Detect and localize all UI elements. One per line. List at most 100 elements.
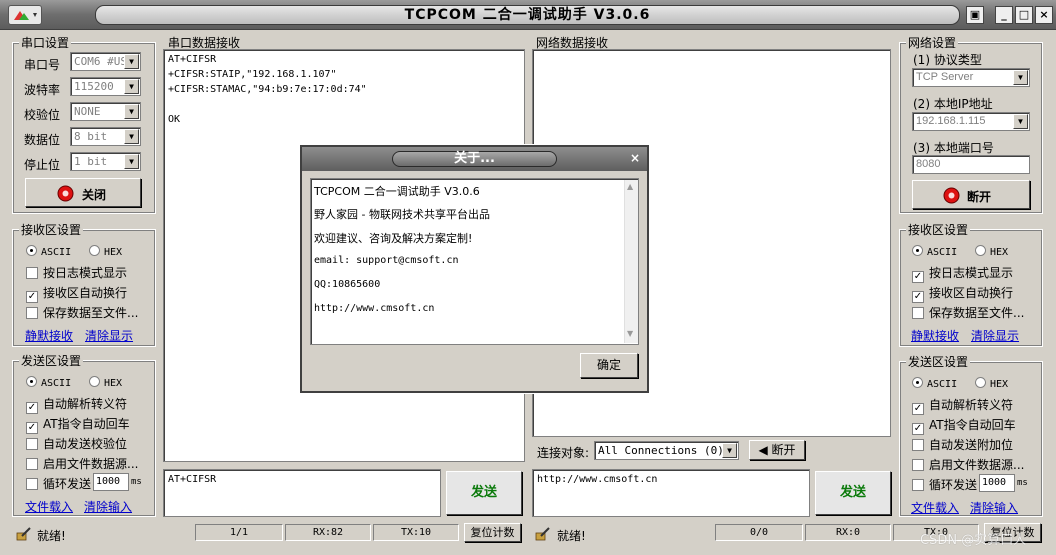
parity-select[interactable]: NONE ▼: [70, 102, 141, 121]
chevron-down-icon[interactable]: ▼: [1013, 114, 1028, 129]
serial-status-rx: RX:82: [285, 524, 371, 541]
serial-file-source-checkbox[interactable]: 启用文件数据源...: [26, 455, 138, 472]
stopbits-select[interactable]: 1 bit ▼: [70, 152, 141, 171]
about-ok-button[interactable]: 确定: [580, 353, 638, 378]
net-save-file-checkbox[interactable]: 保存数据至文件...: [912, 304, 1024, 321]
chevron-down-icon[interactable]: ▼: [124, 129, 139, 144]
about-url-line: http://www.cmsoft.cn: [314, 303, 435, 314]
network-settings-title: 网络设置: [906, 34, 959, 51]
port-select[interactable]: COM6 #USB ▼: [70, 52, 141, 71]
databits-select[interactable]: 8 bit ▼: [70, 127, 141, 146]
serial-close-button[interactable]: 关闭: [25, 178, 141, 207]
serial-loop-send-checkbox[interactable]: 循环发送: [26, 475, 91, 492]
network-disconnect-button[interactable]: 断开: [912, 180, 1030, 209]
serial-recv-ascii-radio[interactable]: ASCII: [26, 245, 71, 258]
net-send-ascii-radio[interactable]: ASCII: [912, 377, 957, 390]
chevron-down-icon[interactable]: ▼: [124, 104, 139, 119]
serial-file-load-link[interactable]: 文件载入: [25, 498, 73, 515]
chevron-down-icon[interactable]: ▼: [124, 154, 139, 169]
serial-settings-title: 串口设置: [19, 34, 72, 51]
checkbox-icon: [26, 307, 38, 319]
net-send-settings-title: 发送区设置: [906, 353, 971, 370]
serial-send-button[interactable]: 发送: [446, 471, 522, 515]
serial-send-hex-radio[interactable]: HEX: [89, 376, 122, 389]
checkmark-icon: ✓: [26, 422, 38, 434]
serial-send-textarea[interactable]: AT+CIFSR: [163, 469, 441, 517]
net-recv-hex-radio[interactable]: HEX: [975, 245, 1008, 258]
checkmark-icon: ✓: [26, 402, 38, 414]
connect-target-label: 连接对象:: [537, 446, 590, 460]
radio-icon: [975, 377, 986, 388]
serial-auto-wrap-checkbox[interactable]: ✓ 接收区自动换行: [26, 284, 127, 303]
radio-selected-icon: [26, 245, 37, 256]
close-button[interactable]: ×: [1035, 6, 1053, 24]
power-led-icon: [57, 185, 74, 202]
close-icon[interactable]: ×: [628, 152, 642, 166]
minimize-button[interactable]: _: [995, 6, 1013, 24]
app-menu-icon[interactable]: [8, 5, 42, 25]
serial-log-mode-checkbox[interactable]: 按日志模式显示: [26, 264, 127, 281]
watermark-text: CSDN @实算口人: [920, 533, 1027, 548]
checkmark-icon: ✓: [912, 291, 924, 303]
serial-at-enter-checkbox[interactable]: ✓ AT指令自动回车: [26, 415, 130, 434]
checkbox-icon: [912, 439, 924, 451]
local-ip-select[interactable]: 192.168.1.115 ▼: [912, 112, 1030, 131]
serial-auto-escape-checkbox[interactable]: ✓ 自动解析转义符: [26, 395, 127, 414]
baud-select[interactable]: 115200 ▼: [70, 77, 141, 96]
serial-recv-hex-radio[interactable]: HEX: [89, 245, 122, 258]
serial-clear-input-link[interactable]: 清除输入: [84, 498, 132, 515]
network-send-textarea[interactable]: http://www.cmsoft.cn: [532, 469, 810, 517]
scroll-up-icon[interactable]: ▲: [627, 182, 633, 191]
net-clear-input-link[interactable]: 清除输入: [970, 499, 1018, 516]
serial-loop-interval-input[interactable]: 1000: [93, 473, 129, 491]
maximize-button[interactable]: □: [1015, 6, 1033, 24]
net-file-source-checkbox[interactable]: 启用文件数据源...: [912, 456, 1024, 473]
net-auto-wrap-checkbox[interactable]: ✓ 接收区自动换行: [912, 284, 1013, 303]
connect-target-select[interactable]: All Connections (0) ▼: [594, 441, 739, 460]
about-dialog[interactable]: 关于... × TCPCOM 二合一调试助手 V3.0.6 野人家园 - 物联网…: [299, 144, 650, 394]
chevron-down-icon[interactable]: ▼: [722, 443, 737, 458]
net-file-load-link[interactable]: 文件载入: [911, 499, 959, 516]
serial-send-ascii-radio[interactable]: ASCII: [26, 376, 71, 389]
serial-status-ready: 就绪!: [37, 529, 66, 543]
network-send-button[interactable]: 发送: [815, 471, 891, 515]
port-label: 串口号: [24, 58, 61, 72]
net-auto-append-checkbox[interactable]: 自动发送附加位: [912, 436, 1013, 453]
serial-silent-recv-link[interactable]: 静默接收: [25, 327, 73, 344]
net-recv-ascii-radio[interactable]: ASCII: [912, 245, 957, 258]
net-silent-recv-link[interactable]: 静默接收: [911, 327, 959, 344]
scroll-down-icon[interactable]: ▼: [627, 329, 633, 338]
serial-auto-checksum-checkbox[interactable]: 自动发送校验位: [26, 435, 127, 452]
about-email-line: email: support@cmsoft.cn: [314, 255, 459, 266]
net-at-enter-checkbox[interactable]: ✓ AT指令自动回车: [912, 416, 1016, 435]
chevron-down-icon[interactable]: ▼: [124, 79, 139, 94]
net-auto-escape-checkbox[interactable]: ✓ 自动解析转义符: [912, 396, 1013, 415]
local-port-input[interactable]: 8080: [912, 155, 1030, 174]
net-status-pages: 0/0: [715, 524, 803, 541]
protocol-select[interactable]: TCP Server ▼: [912, 68, 1030, 87]
about-qq-line: QQ:10865600: [314, 279, 381, 290]
checkbox-icon: [26, 458, 38, 470]
serial-save-file-checkbox[interactable]: 保存数据至文件...: [26, 304, 138, 321]
net-clear-display-link[interactable]: 清除显示: [971, 327, 1019, 344]
net-status-rx: RX:0: [805, 524, 891, 541]
checkbox-icon: [912, 307, 924, 319]
net-send-hex-radio[interactable]: HEX: [975, 377, 1008, 390]
serial-clear-display-link[interactable]: 清除显示: [85, 327, 133, 344]
pin-icon[interactable]: ▣: [966, 6, 984, 24]
about-publisher-line: 野人家园 - 物联网技术共享平台出品: [314, 208, 490, 221]
chevron-down-icon[interactable]: ▼: [1013, 70, 1028, 85]
net-loop-interval-input[interactable]: 1000: [979, 474, 1015, 492]
serial-loop-unit: ms: [131, 477, 142, 487]
chevron-down-icon[interactable]: ▼: [124, 54, 139, 69]
net-log-mode-checkbox[interactable]: ✓ 按日志模式显示: [912, 264, 1013, 283]
title-bar[interactable]: TCPCOM 二合一调试助手 V3.0.6 ▣ _ □ ×: [0, 0, 1056, 30]
stopbits-label: 停止位: [24, 158, 61, 172]
about-dialog-titlebar[interactable]: 关于... ×: [302, 147, 647, 171]
local-ip-label: (2) 本地IP地址: [913, 97, 993, 111]
connection-disconnect-button[interactable]: ◀ 断开: [749, 440, 805, 460]
net-loop-send-checkbox[interactable]: 循环发送: [912, 476, 977, 493]
serial-reset-count-button[interactable]: 复位计数: [464, 523, 521, 542]
about-dialog-title: 关于...: [392, 151, 557, 167]
about-scrollbar[interactable]: ▲ ▼: [624, 180, 638, 343]
